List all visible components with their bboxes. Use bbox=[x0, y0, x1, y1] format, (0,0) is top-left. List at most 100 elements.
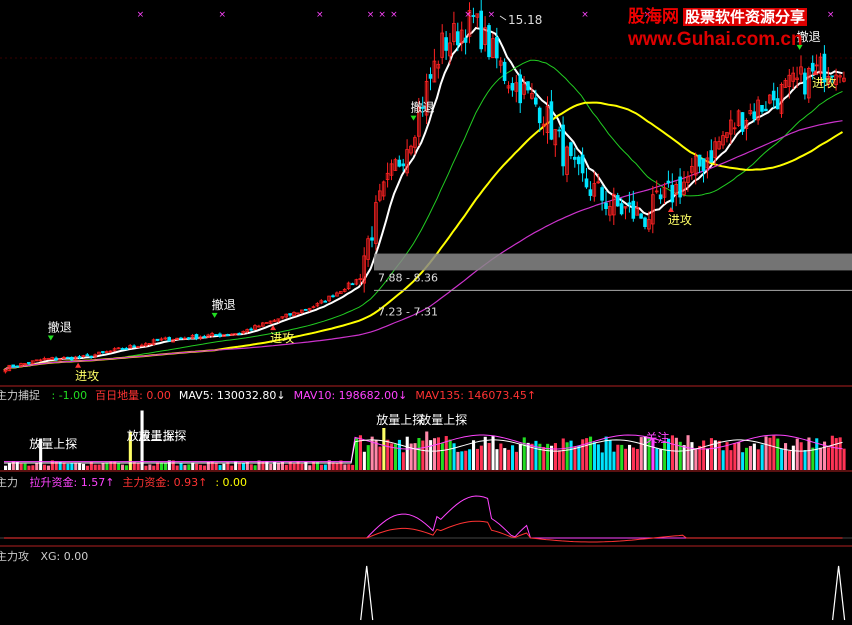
volume-bar bbox=[756, 449, 760, 470]
volume-pane-title: 主力捕捉 bbox=[0, 389, 40, 402]
candle-body bbox=[604, 202, 608, 209]
volume-readout: MAV10: 198682.00↓ bbox=[293, 389, 408, 402]
volume-bar bbox=[721, 450, 725, 470]
volume-bar bbox=[826, 447, 830, 470]
stock-chart[interactable]: 7.88 - 8.36 7.23 - 7.31 15.18 × × × × × × × × × × × 撤… bbox=[0, 0, 852, 622]
volume-bar bbox=[124, 465, 128, 470]
volume-annotation: 放量上探 bbox=[419, 412, 467, 427]
signal-label: 进攻 bbox=[75, 369, 99, 383]
volume-bar bbox=[202, 465, 206, 470]
volume-bar bbox=[557, 450, 561, 470]
volume-bar bbox=[702, 440, 706, 470]
signal-label: 进攻 bbox=[812, 76, 836, 90]
volume-bar bbox=[612, 451, 616, 470]
candle-body bbox=[557, 129, 561, 132]
volume-bar bbox=[27, 465, 31, 470]
fund-readout: 拉升资金: 1.57↑ bbox=[29, 476, 115, 489]
volume-bar bbox=[452, 443, 456, 470]
volume-bar bbox=[319, 464, 323, 470]
volume-bar bbox=[546, 443, 550, 470]
volume-bar bbox=[230, 465, 234, 470]
candle-body bbox=[631, 200, 636, 219]
volume-bar bbox=[483, 436, 487, 470]
volume-bar bbox=[569, 440, 573, 470]
volume-bar bbox=[7, 462, 11, 470]
watermark-slogan: 股票软件资源分享 bbox=[683, 8, 808, 26]
volume-bar bbox=[631, 447, 635, 470]
candle-body bbox=[518, 74, 522, 104]
volume-bar bbox=[655, 448, 659, 470]
volume-bar bbox=[269, 463, 273, 470]
xg-readout: XG: 0.00 bbox=[40, 550, 89, 563]
volume-bar bbox=[717, 440, 721, 470]
candle-body bbox=[479, 10, 483, 50]
candle-body bbox=[186, 337, 191, 340]
volume-bar bbox=[191, 462, 195, 470]
volume-bar bbox=[70, 462, 74, 470]
candle-body bbox=[237, 332, 242, 335]
volume-bar bbox=[323, 464, 327, 470]
volume-bar bbox=[117, 463, 121, 470]
signal-label: 撤退 bbox=[411, 100, 435, 115]
volume-bar bbox=[456, 451, 460, 470]
volume-bar bbox=[386, 439, 390, 470]
volume-bar bbox=[23, 463, 27, 470]
volume-bar bbox=[534, 440, 538, 470]
candle-body bbox=[323, 300, 327, 303]
volume-bar bbox=[780, 448, 784, 470]
volume-bar bbox=[553, 443, 557, 470]
volume-bar bbox=[592, 442, 596, 470]
volume-bar bbox=[768, 437, 772, 470]
candle-body bbox=[810, 62, 815, 72]
volume-bar bbox=[109, 461, 113, 470]
candle-body bbox=[401, 163, 405, 167]
volume-bar bbox=[737, 442, 741, 470]
volume-bar bbox=[362, 451, 366, 470]
volume-bar bbox=[144, 465, 148, 470]
range-box bbox=[374, 253, 852, 271]
candle-body bbox=[455, 31, 460, 46]
volume-readout: MAV5: 130032.80↓ bbox=[178, 389, 286, 402]
volume-bar bbox=[581, 439, 585, 470]
candle-body bbox=[77, 356, 82, 359]
retreat-arrow-icon bbox=[211, 312, 218, 318]
candle-body bbox=[600, 187, 604, 201]
volume-bar bbox=[830, 435, 834, 470]
chart-canvas[interactable]: 7.88 - 8.367.23 - 7.31 15.18× × × × × × × × × × ×撤… bbox=[0, 0, 852, 622]
candle-body bbox=[537, 107, 542, 124]
candle-body bbox=[619, 203, 624, 215]
candle-body bbox=[370, 237, 374, 241]
volume-bar bbox=[772, 435, 776, 470]
candle-body bbox=[615, 195, 620, 207]
volume-bar bbox=[35, 462, 39, 470]
candle-body bbox=[54, 357, 58, 361]
volume-bar bbox=[187, 464, 191, 470]
volume-annotation: 放量上探 bbox=[29, 436, 77, 451]
volume-bar bbox=[600, 452, 604, 470]
watermark-brand: 股海网 bbox=[628, 7, 679, 27]
volume-bar bbox=[741, 452, 745, 470]
volume-bar bbox=[635, 448, 639, 470]
volume-bar bbox=[199, 464, 203, 470]
volume-readout: : -1.00 bbox=[51, 389, 88, 402]
volume-bar bbox=[460, 451, 464, 470]
top-marker: × bbox=[316, 10, 324, 20]
candle-body bbox=[576, 156, 581, 165]
signal-label: 撤退 bbox=[212, 297, 236, 312]
volume-bar bbox=[4, 465, 8, 470]
volume-bar bbox=[175, 465, 179, 470]
volume-bar bbox=[277, 462, 281, 470]
volume-bar bbox=[511, 445, 515, 470]
volume-bar bbox=[433, 438, 437, 470]
top-marker: × bbox=[367, 10, 375, 20]
volume-bar bbox=[682, 445, 686, 470]
volume-bar bbox=[308, 465, 312, 470]
volume-bar bbox=[74, 462, 78, 470]
volume-bar bbox=[499, 443, 503, 470]
top-marker: × bbox=[219, 10, 227, 20]
volume-bar bbox=[249, 464, 253, 470]
volume-bar bbox=[19, 463, 23, 470]
volume-bar bbox=[436, 437, 440, 470]
volume-bar bbox=[378, 446, 382, 470]
volume-bar bbox=[292, 463, 296, 470]
